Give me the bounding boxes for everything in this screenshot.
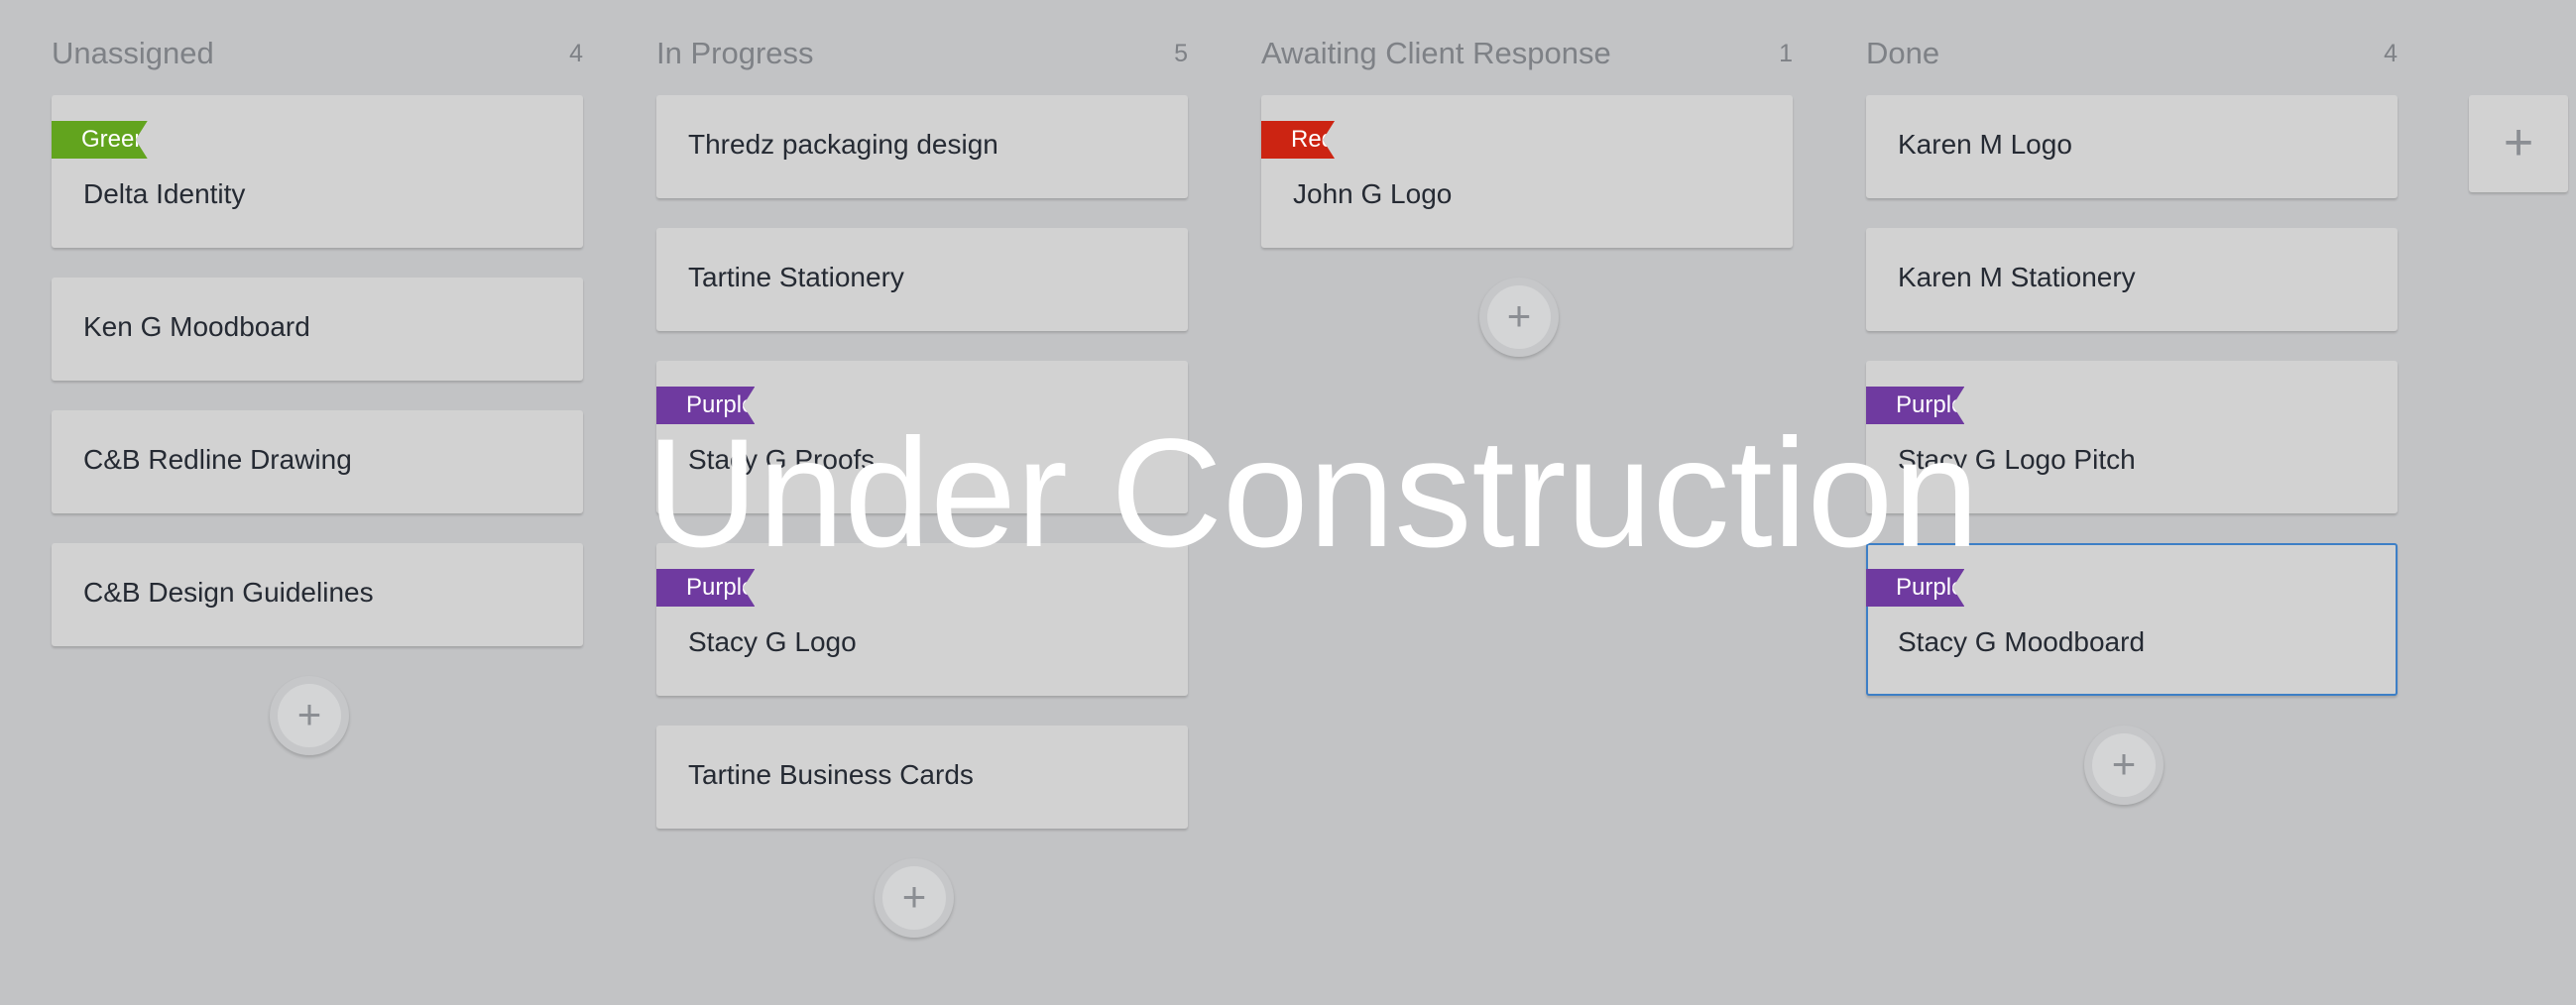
card-title: Tartine Stationery	[688, 262, 904, 292]
column-title: Awaiting Client Response	[1261, 36, 1611, 70]
add-card-button[interactable]: +	[2084, 726, 2164, 805]
card-title: Thredz packaging design	[688, 129, 998, 160]
card-title: Ken G Moodboard	[83, 311, 310, 342]
add-card-button[interactable]: +	[875, 858, 954, 938]
card[interactable]: Purple Stacy G Logo Pitch	[1866, 361, 2398, 513]
card[interactable]: Thredz packaging design	[656, 95, 1188, 198]
add-column-button[interactable]: +	[2469, 95, 2568, 192]
card[interactable]: Red John G Logo	[1261, 95, 1793, 248]
card-title: Karen M Stationery	[1898, 262, 2136, 292]
label-green: Green	[52, 121, 148, 159]
column-header: In Progress 5	[656, 36, 1188, 75]
column-count: 4	[2384, 40, 2398, 67]
card[interactable]: Ken G Moodboard	[52, 278, 583, 381]
card-title: John G Logo	[1293, 178, 1453, 209]
plus-icon: +	[1487, 285, 1551, 349]
column-count: 4	[569, 40, 583, 67]
plus-icon: +	[278, 684, 341, 747]
label-red: Red	[1261, 121, 1335, 159]
column-header: Awaiting Client Response 1	[1261, 36, 1793, 75]
column-title: In Progress	[656, 36, 814, 70]
card-title: Tartine Business Cards	[688, 759, 974, 790]
label-purple: Purple	[656, 387, 755, 424]
card-title: Stacy G Proofs	[688, 444, 876, 475]
column-header: Done 4	[1866, 36, 2398, 75]
card[interactable]: Tartine Stationery	[656, 228, 1188, 331]
card-title: Karen M Logo	[1898, 129, 2072, 160]
column-title: Unassigned	[52, 36, 214, 70]
label-purple: Purple	[1866, 387, 1964, 424]
card-selected[interactable]: Purple Stacy G Moodboard	[1866, 543, 2398, 696]
card[interactable]: C&B Design Guidelines	[52, 543, 583, 646]
plus-icon: +	[2092, 733, 2156, 797]
label-purple: Purple	[1866, 569, 1964, 607]
card[interactable]: C&B Redline Drawing	[52, 410, 583, 513]
card-title: Delta Identity	[83, 178, 246, 209]
card-title: Stacy G Logo	[688, 626, 857, 657]
column-header: Unassigned 4	[52, 36, 583, 75]
card[interactable]: Tartine Business Cards	[656, 726, 1188, 829]
card-title: Stacy G Logo Pitch	[1898, 444, 2136, 475]
card[interactable]: Karen M Logo	[1866, 95, 2398, 198]
card[interactable]: Green Delta Identity	[52, 95, 583, 248]
card[interactable]: Purple Stacy G Logo	[656, 543, 1188, 696]
kanban-board: Unassigned 4 Green Delta Identity Ken G …	[0, 0, 2576, 1005]
column-count: 1	[1779, 40, 1793, 67]
card[interactable]: Karen M Stationery	[1866, 228, 2398, 331]
label-purple: Purple	[656, 569, 755, 607]
card-title: Stacy G Moodboard	[1898, 626, 2146, 657]
plus-icon: +	[2503, 114, 2534, 171]
column-title: Done	[1866, 36, 1940, 70]
add-card-button[interactable]: +	[270, 676, 349, 755]
plus-icon: +	[882, 866, 946, 930]
card[interactable]: Purple Stacy G Proofs	[656, 361, 1188, 513]
column-count: 5	[1174, 40, 1188, 67]
card-title: C&B Design Guidelines	[83, 577, 374, 608]
add-card-button[interactable]: +	[1479, 278, 1559, 357]
card-title: C&B Redline Drawing	[83, 444, 352, 475]
